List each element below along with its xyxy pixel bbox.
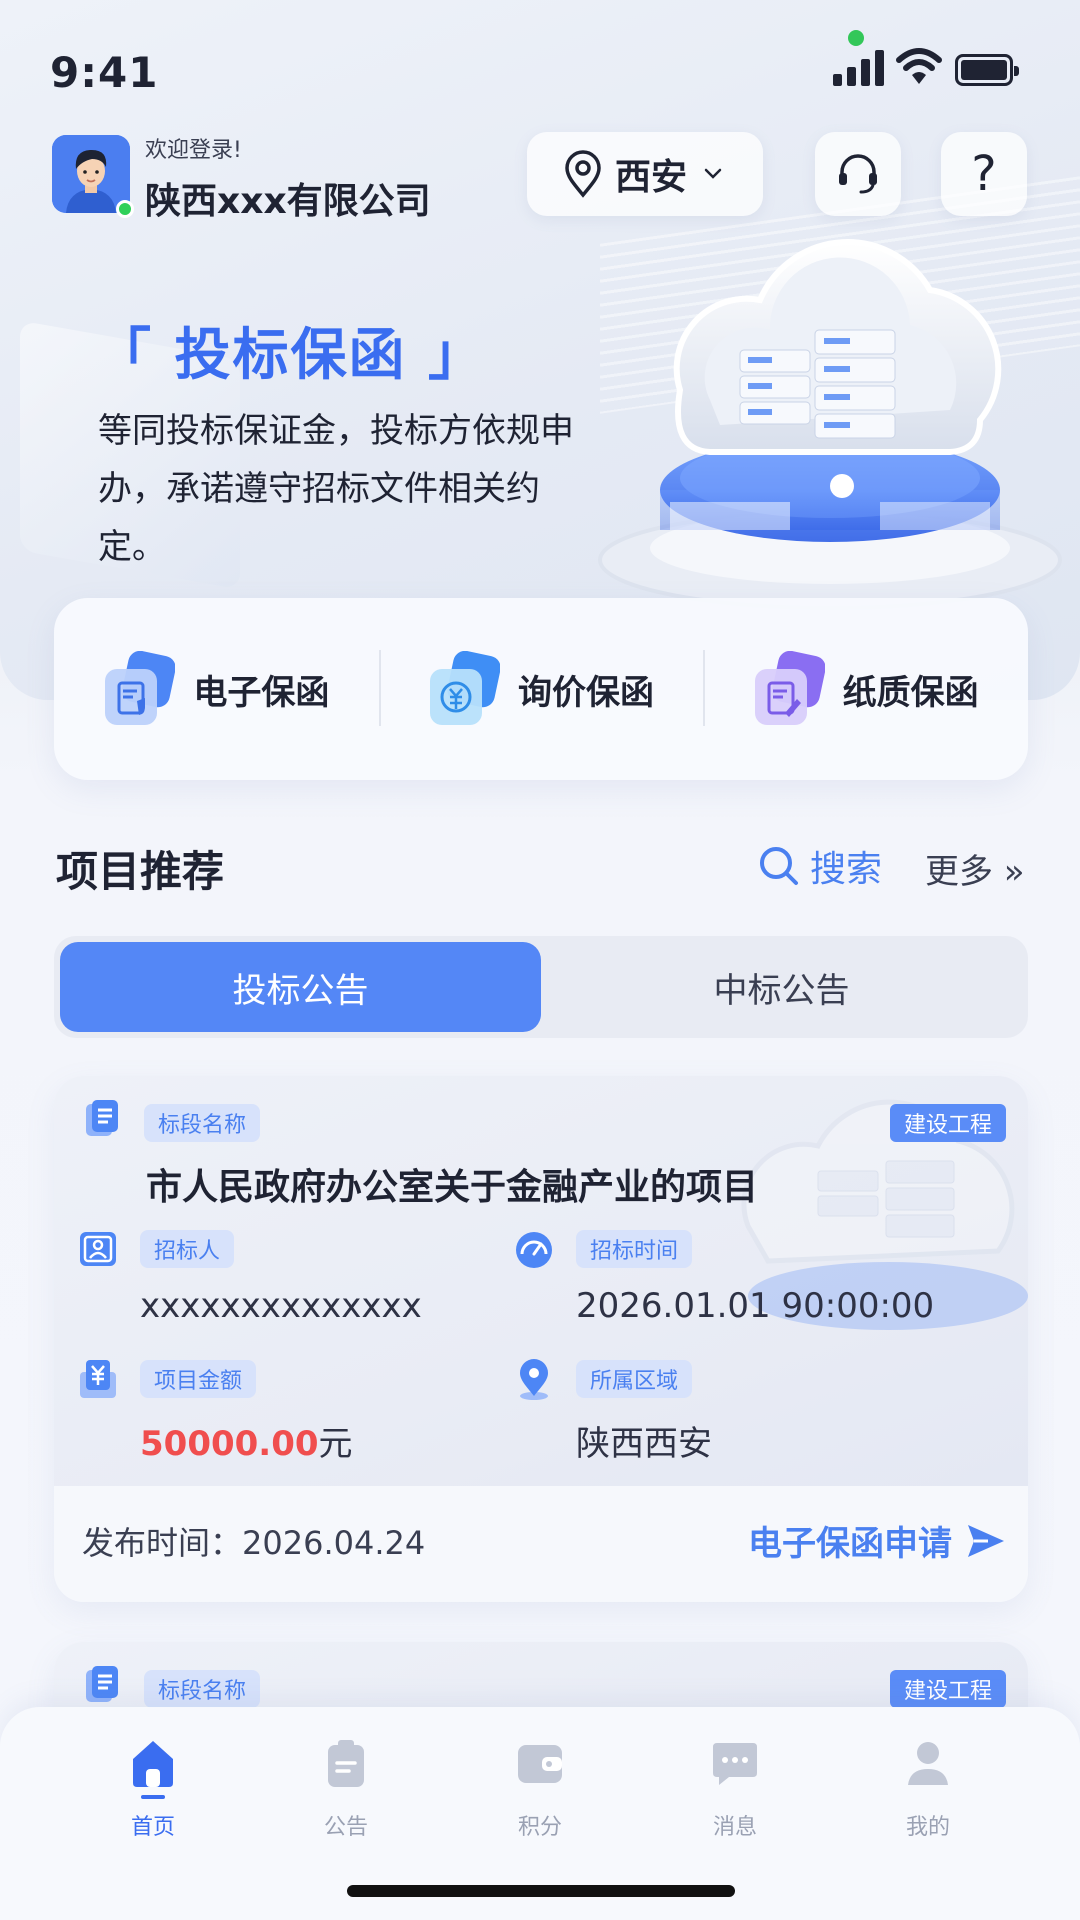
message-icon <box>713 1743 757 1785</box>
quick-action-label: 纸质保函 <box>842 672 979 713</box>
nav-label: 我的 <box>905 1815 950 1840</box>
cloud-server-illustration <box>598 239 1062 610</box>
amount-label: 项目金额 <box>140 1360 257 1398</box>
amount-number: 50000.00 <box>140 1424 319 1464</box>
tenderer-icon <box>80 1232 116 1266</box>
apply-label: 电子保函申请 <box>748 1524 952 1564</box>
guarantee-apply-button[interactable]: 电子保函申请 <box>748 1516 1006 1565</box>
nav-label: 首页 <box>130 1815 175 1840</box>
help-icon: ? <box>971 146 997 202</box>
location-pin-icon <box>565 150 601 198</box>
nav-home[interactable]: 首页 <box>93 1737 213 1841</box>
shield-document-icon <box>103 650 176 727</box>
nav-active-indicator <box>141 1795 165 1799</box>
quick-action-label: 电子保函 <box>193 672 330 713</box>
status-bar: 9:41 <box>0 0 1080 120</box>
paper-edit-icon <box>753 650 826 727</box>
quick-action-label: 询价保函 <box>518 672 654 713</box>
location-city: 西安 <box>615 157 688 198</box>
location-pin-icon <box>520 1359 548 1400</box>
quick-action-electronic-guarantee[interactable]: 电子保函 <box>54 598 379 780</box>
home-icon <box>133 1741 173 1787</box>
status-time: 9:41 <box>50 48 159 97</box>
headset-icon <box>839 154 877 194</box>
clipboard-icon <box>328 1740 364 1787</box>
tenderer-label: 招标人 <box>140 1230 235 1268</box>
nav-label: 积分 <box>517 1815 562 1840</box>
project-name: 市人民政府办公室关于金融产业的项目 <box>146 1167 759 1208</box>
nav-messages[interactable]: 消息 <box>675 1737 795 1841</box>
privacy-indicator-dot <box>848 30 864 46</box>
battery-icon <box>955 54 1019 86</box>
nav-points[interactable]: 积分 <box>480 1737 600 1841</box>
chevron-down-icon <box>704 168 722 179</box>
search-icon <box>760 847 798 885</box>
tender-time-value: 2026.01.01 90:00:00 <box>576 1286 935 1326</box>
section-title: 项目推荐 <box>56 847 225 896</box>
wifi-icon <box>896 48 942 84</box>
tab-bid-announcement[interactable]: 投标公告 <box>60 942 541 1032</box>
hero-description: 等同投标保证金，投标方依规申办，承诺遵守招标文件相关约定。 <box>98 411 574 567</box>
publish-time: 发布时间：2026.04.24 <box>82 1524 426 1562</box>
company-name: 陕西xxx有限公司 <box>145 181 431 222</box>
location-selector[interactable]: 西安 <box>527 132 763 216</box>
user-icon <box>908 1742 948 1785</box>
tender-time-label: 招标时间 <box>576 1230 693 1268</box>
nav-label: 消息 <box>712 1815 757 1840</box>
region-label: 所属区域 <box>576 1360 693 1398</box>
search-label: 搜索 <box>810 849 883 890</box>
online-status-dot <box>116 200 134 218</box>
category-tag: 建设工程 <box>889 1104 1006 1142</box>
amount-value: 50000.00元 <box>140 1416 353 1465</box>
tab-award-announcement[interactable]: 中标公告 <box>541 942 1022 1032</box>
category-tag: 建设工程 <box>889 1670 1006 1708</box>
customer-service-button[interactable] <box>815 132 901 216</box>
yuan-icon <box>80 1360 116 1398</box>
gauge-icon <box>516 1232 552 1268</box>
nav-announcement[interactable]: 公告 <box>286 1737 406 1841</box>
screen: 9:41 欢迎登录! 陕西xxx有限公司 西安 ? 「 投标保函 」 等同投标保… <box>0 0 1080 1920</box>
search-button[interactable]: 搜索 <box>758 840 882 892</box>
send-arrow-icon <box>968 1524 1004 1557</box>
document-icon <box>86 1666 118 1702</box>
document-icon <box>86 1100 118 1136</box>
quick-action-inquiry-guarantee[interactable]: 询价保函 <box>378 598 704 780</box>
section-name-chip: 标段名称 <box>144 1670 261 1708</box>
section-name-chip: 标段名称 <box>144 1104 261 1142</box>
nav-label: 公告 <box>323 1815 368 1840</box>
welcome-text: 欢迎登录! <box>145 138 242 163</box>
amount-unit: 元 <box>318 1424 353 1464</box>
tenderer-value: xxxxxxxxxxxxxx <box>140 1286 422 1326</box>
cellular-signal-icon <box>833 50 885 86</box>
home-indicator[interactable] <box>347 1885 735 1897</box>
announcement-tabs: 投标公告 中标公告 <box>54 936 1028 1038</box>
quick-actions-card: 电子保函 询价保函 纸质保函 <box>54 598 1028 780</box>
project-card[interactable]: 标段名称 建设工程 市人民政府办公室关于金融产业的项目 招标人 xxxxxxxx… <box>54 1076 1028 1602</box>
more-link[interactable]: 更多 » <box>925 844 1025 893</box>
yuan-coin-icon <box>428 650 501 727</box>
region-value: 陕西西安 <box>576 1424 712 1464</box>
quick-action-paper-guarantee[interactable]: 纸质保函 <box>703 598 1028 780</box>
wallet-icon <box>518 1745 562 1783</box>
help-button[interactable]: ? <box>941 132 1027 216</box>
nav-profile[interactable]: 我的 <box>868 1737 988 1841</box>
hero-title: 「 投标保函 」 <box>95 323 486 388</box>
